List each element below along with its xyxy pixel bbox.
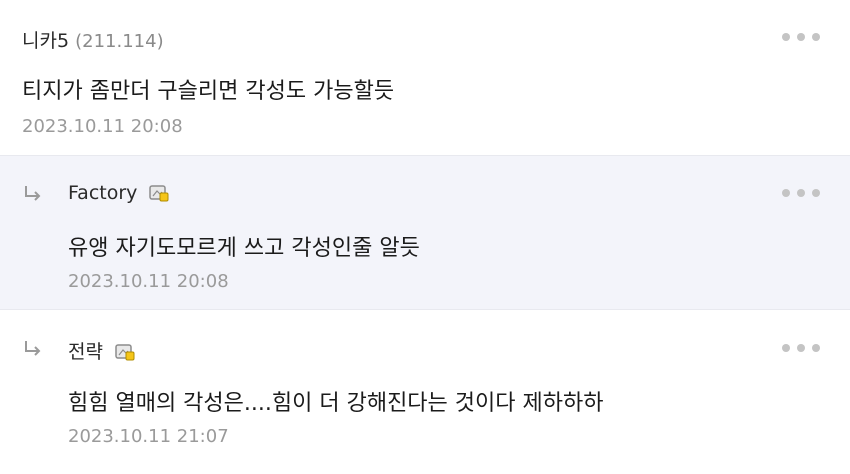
comment-date: 2023.10.11 20:08 bbox=[68, 271, 229, 292]
comment-item: 니카5 (211.114) 티지가 좀만더 구슬리면 각성도 가능할듯 2023… bbox=[0, 0, 850, 155]
author-nickname[interactable]: 전략 bbox=[68, 341, 103, 363]
comment-author[interactable]: 전략 bbox=[68, 337, 135, 364]
reply-arrow-icon bbox=[25, 186, 41, 201]
reply-item: 전략 힘힘 열매의 각성은....힘이 더 강해진다는 것이다 제하하하 202… bbox=[0, 311, 850, 474]
comment-text: 유앵 자기도모르게 쓰고 각성인줄 알듯 bbox=[68, 236, 420, 261]
comment-date: 2023.10.11 21:07 bbox=[68, 426, 229, 447]
gallery-member-badge-icon bbox=[115, 344, 135, 361]
author-ip: (211.114) bbox=[75, 31, 164, 52]
comment-author[interactable]: 니카5 (211.114) bbox=[22, 26, 164, 53]
more-options-icon[interactable] bbox=[782, 32, 820, 42]
author-nickname[interactable]: 니카5 bbox=[22, 30, 69, 52]
more-options-icon[interactable] bbox=[782, 343, 820, 353]
comment-date: 2023.10.11 20:08 bbox=[22, 116, 183, 137]
reply-item: Factory 유앵 자기도모르게 쓰고 각성인줄 알듯 2023.10.11 … bbox=[0, 155, 850, 310]
reply-arrow-icon bbox=[25, 341, 41, 356]
comment-text: 힘힘 열매의 각성은....힘이 더 강해진다는 것이다 제하하하 bbox=[68, 391, 604, 416]
author-nickname[interactable]: Factory bbox=[68, 182, 137, 204]
gallery-member-badge-icon bbox=[149, 185, 169, 202]
comment-author[interactable]: Factory bbox=[68, 182, 169, 204]
comment-text: 티지가 좀만더 구슬리면 각성도 가능할듯 bbox=[22, 79, 395, 104]
more-options-icon[interactable] bbox=[782, 188, 820, 198]
